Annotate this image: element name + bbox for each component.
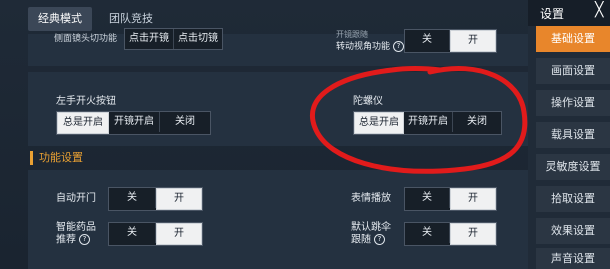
- red-circle-annotation: [309, 66, 528, 174]
